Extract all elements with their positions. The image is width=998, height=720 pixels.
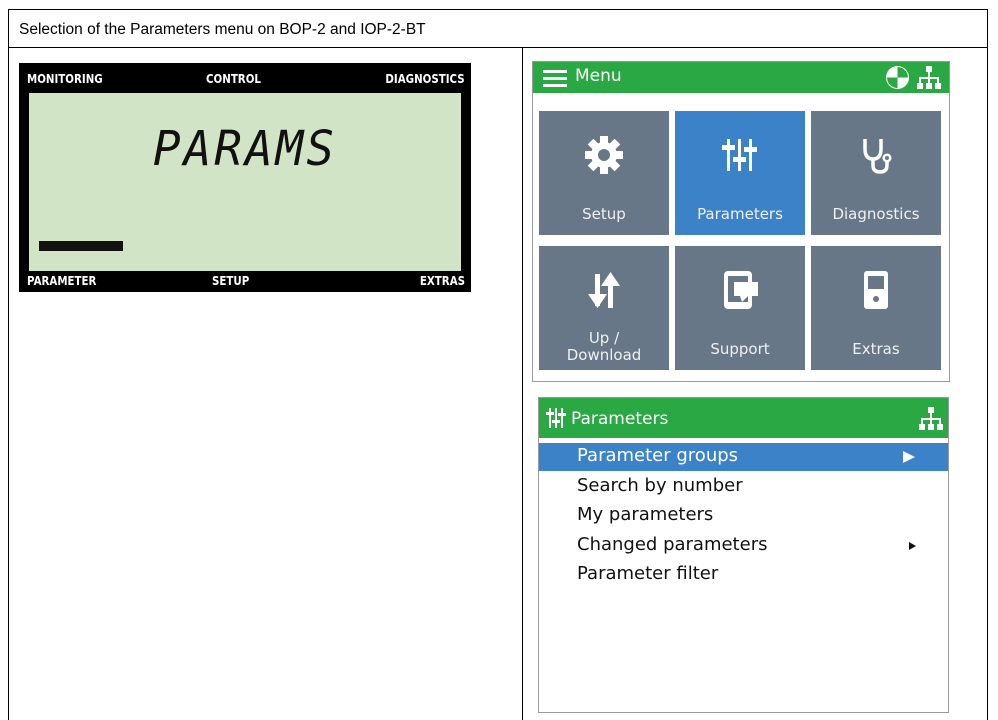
tile-support[interactable]: Support	[675, 246, 805, 370]
caption-row: Selection of the Parameters menu on BOP-…	[9, 10, 987, 48]
parameters-title: Parameters	[571, 409, 669, 429]
tile-extras[interactable]: Extras	[811, 246, 941, 370]
stethoscope-icon	[863, 139, 892, 174]
list-item-search-by-number[interactable]: Search by number	[539, 473, 948, 501]
lcd-indicator-bar	[39, 241, 123, 251]
column-divider	[522, 48, 523, 720]
updown-icon	[588, 272, 620, 308]
submenu-arrow-icon	[909, 542, 916, 550]
support-icon	[724, 271, 758, 309]
iop-menu-screen: Menu Setup Parameters Diagnostics Up / D…	[532, 61, 950, 382]
lcd-display: PARAMS	[29, 93, 461, 271]
hierarchy-icon[interactable]	[917, 66, 941, 90]
figure-caption: Selection of the Parameters menu on BOP-…	[19, 21, 426, 38]
list-item-my-parameters[interactable]: My parameters	[539, 502, 948, 530]
list-item-parameter-groups[interactable]: Parameter groups	[539, 443, 948, 471]
list-item-label: Parameter filter	[577, 563, 719, 584]
tile-parameters[interactable]: Parameters	[675, 111, 805, 235]
list-item-label: My parameters	[577, 504, 714, 525]
tile-up-download[interactable]: Up / Download	[539, 246, 669, 370]
sliders-icon	[722, 139, 757, 171]
monitoring-label: MONITORING	[27, 71, 103, 86]
tile-label-up-download: Up / Download	[566, 329, 642, 364]
menu-title: Menu	[575, 66, 622, 86]
diagnostics-label: DIAGNOSTICS	[385, 71, 465, 86]
bop2-panel: MONITORING CONTROL DIAGNOSTICS PARAMS PA…	[19, 63, 471, 292]
list-item-parameter-filter[interactable]: Parameter filter	[539, 561, 948, 589]
tile-setup[interactable]: Setup	[539, 111, 669, 235]
list-item-label: Parameter groups	[577, 445, 739, 466]
tile-label-diagnostics: Diagnostics	[832, 205, 920, 223]
gear-icon	[585, 136, 623, 174]
tile-label-setup: Setup	[582, 205, 626, 223]
setup-label: SETUP	[212, 273, 250, 288]
control-label: CONTROL	[206, 71, 261, 86]
hierarchy-icon[interactable]	[919, 407, 943, 431]
tile-label-parameters: Parameters	[697, 205, 783, 223]
parameters-header: Parameters	[539, 398, 948, 438]
parameter-label: PARAMETER	[27, 273, 97, 288]
device-icon	[864, 271, 888, 309]
iop-parameters-screen: Parameters Parameter groups Search by nu…	[538, 397, 949, 713]
hamburger-icon[interactable]	[543, 69, 567, 87]
lcd-text: PARAMS	[152, 119, 338, 177]
list-item-label: Changed parameters	[577, 534, 768, 555]
submenu-arrow-icon	[903, 451, 915, 463]
menu-header: Menu	[533, 62, 949, 93]
list-item-changed-parameters[interactable]: Changed parameters	[539, 532, 948, 560]
tile-diagnostics[interactable]: Diagnostics	[811, 111, 941, 235]
extras-label: EXTRAS	[419, 273, 465, 288]
sliders-icon	[546, 408, 566, 428]
tile-label-support: Support	[710, 340, 770, 358]
status-pie-icon	[886, 66, 909, 89]
tile-label-extras: Extras	[852, 340, 900, 358]
list-item-label: Search by number	[577, 475, 743, 496]
